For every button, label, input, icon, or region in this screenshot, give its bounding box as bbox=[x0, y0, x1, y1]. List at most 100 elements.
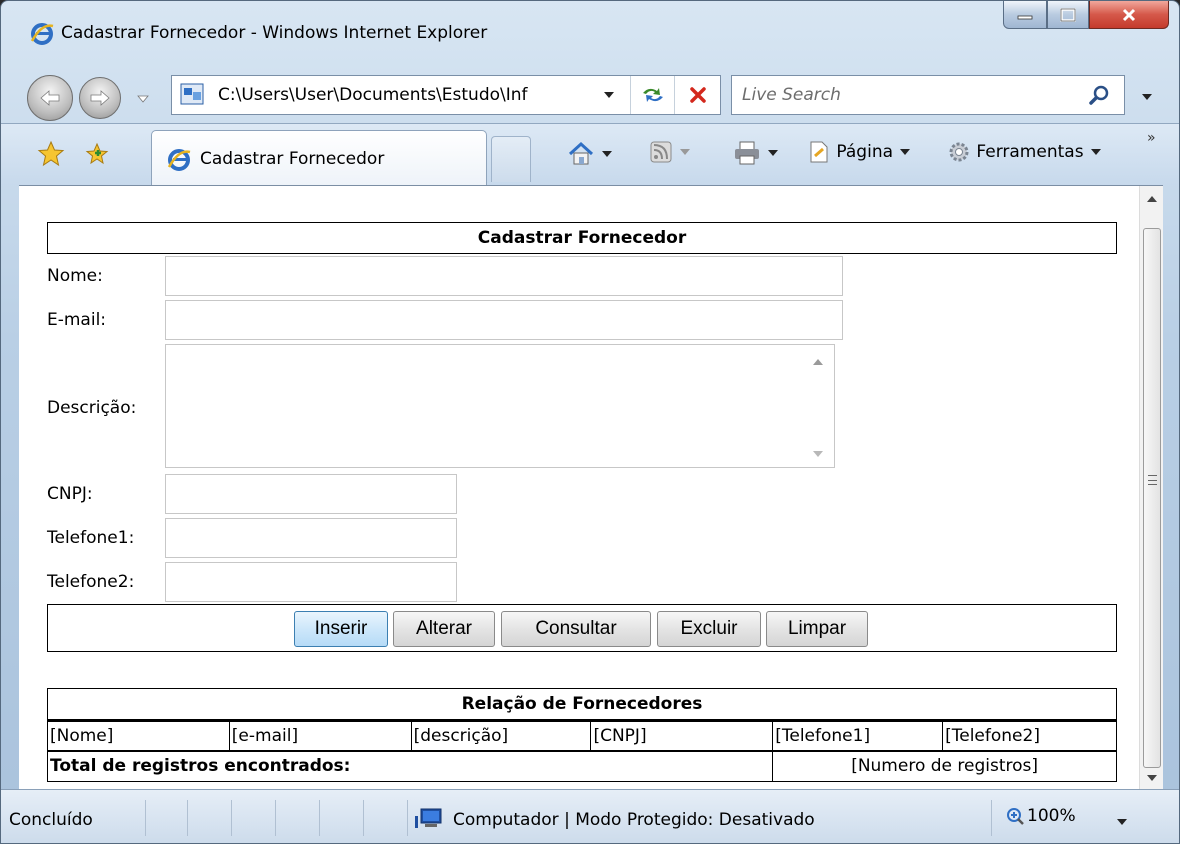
maximize-button[interactable] bbox=[1047, 1, 1089, 29]
column-email: [e-mail] bbox=[228, 720, 412, 752]
column-descricao: [descrição] bbox=[410, 720, 592, 752]
status-text: Concluído bbox=[9, 810, 93, 830]
tools-menu[interactable]: Ferramentas bbox=[947, 140, 1103, 170]
email-field[interactable] bbox=[165, 300, 843, 340]
status-divider bbox=[275, 800, 276, 836]
column-nome: [Nome] bbox=[47, 720, 230, 752]
maximize-icon bbox=[1060, 7, 1076, 22]
minimize-icon bbox=[1017, 15, 1033, 19]
tab-label: Cadastrar Fornecedor bbox=[200, 149, 385, 169]
status-bar: Concluído Computador | Modo Protegido: D… bbox=[1, 789, 1179, 843]
tools-menu-label: Ferramentas bbox=[976, 142, 1084, 162]
chevron-down-icon bbox=[1090, 149, 1101, 155]
zoom-icon[interactable] bbox=[1005, 806, 1025, 826]
column-telefone1: [Telefone1] bbox=[772, 720, 944, 752]
vertical-scrollbar[interactable] bbox=[1139, 186, 1163, 790]
address-url[interactable]: C:\Users\User\Documents\Estudo\Inf bbox=[218, 85, 596, 105]
chevron-down-icon[interactable] bbox=[1115, 816, 1129, 828]
status-divider bbox=[363, 800, 364, 836]
cnpj-field[interactable] bbox=[165, 474, 457, 514]
form-title: Cadastrar Fornecedor bbox=[47, 222, 1117, 254]
ie-logo-icon bbox=[30, 23, 54, 45]
chevron-down-icon[interactable] bbox=[602, 88, 616, 102]
descricao-label: Descrição: bbox=[47, 398, 137, 418]
tab-bar: Cadastrar Fornecedor Página Ferramentas … bbox=[1, 123, 1179, 186]
close-icon bbox=[1122, 8, 1136, 21]
favorites-star-icon[interactable] bbox=[37, 140, 65, 168]
back-arrow-icon bbox=[40, 90, 60, 106]
email-label: E-mail: bbox=[47, 310, 107, 330]
zoom-level[interactable]: 100% bbox=[1027, 806, 1076, 826]
security-zone-text[interactable]: Computador | Modo Protegido: Desativado bbox=[453, 810, 815, 830]
chevron-down-icon bbox=[602, 151, 613, 157]
telefone2-field[interactable] bbox=[165, 562, 457, 602]
more-commands-chevron-icon[interactable]: » bbox=[1147, 130, 1156, 146]
listing-title: Relação de Fornecedores bbox=[47, 688, 1117, 720]
total-label: Total de registros encontrados: bbox=[46, 750, 774, 782]
ie-logo-icon bbox=[167, 149, 191, 171]
forward-arrow-icon bbox=[90, 90, 110, 106]
scroll-down-icon[interactable] bbox=[1140, 766, 1164, 790]
page-icon bbox=[810, 141, 828, 163]
new-tab-button[interactable] bbox=[491, 136, 531, 182]
printer-icon bbox=[735, 141, 759, 165]
nome-field[interactable] bbox=[165, 256, 843, 296]
close-button[interactable] bbox=[1089, 1, 1169, 29]
status-divider bbox=[145, 800, 146, 836]
refresh-button[interactable] bbox=[630, 76, 674, 114]
stop-button[interactable] bbox=[674, 76, 720, 114]
textarea-scroll-down-icon[interactable] bbox=[811, 448, 825, 460]
home-button[interactable] bbox=[567, 140, 614, 170]
table-header-row: [Nome] [e-mail] [descrição] [CNPJ] [Tele… bbox=[47, 720, 1117, 752]
search-box[interactable] bbox=[731, 75, 1125, 115]
total-value: [Numero de registros] bbox=[772, 750, 1117, 782]
search-input[interactable] bbox=[732, 76, 1072, 114]
scroll-thumb[interactable] bbox=[1143, 228, 1161, 768]
chevron-down-icon bbox=[900, 149, 911, 155]
chevron-down-icon bbox=[768, 150, 779, 156]
status-divider bbox=[407, 800, 408, 836]
excluir-button[interactable]: Excluir bbox=[657, 611, 761, 647]
stop-x-icon bbox=[689, 87, 706, 103]
home-icon bbox=[568, 141, 594, 165]
telefone1-field[interactable] bbox=[165, 518, 457, 558]
title-bar: Cadastrar Fornecedor - Windows Internet … bbox=[1, 1, 1179, 57]
print-button[interactable] bbox=[733, 140, 780, 170]
column-cnpj: [CNPJ] bbox=[590, 720, 774, 752]
column-telefone2: [Telefone2] bbox=[942, 720, 1117, 752]
fornecedores-table: [Nome] [e-mail] [descrição] [CNPJ] [Tele… bbox=[46, 720, 1117, 782]
history-dropdown-icon[interactable] bbox=[135, 91, 151, 107]
status-divider bbox=[991, 800, 992, 836]
magnifier-icon[interactable] bbox=[1088, 84, 1110, 106]
forward-button[interactable] bbox=[79, 77, 121, 119]
limpar-button[interactable]: Limpar bbox=[766, 611, 868, 647]
alterar-button[interactable]: Alterar bbox=[393, 611, 495, 647]
form-actions: Inserir Alterar Consultar Excluir Limpar bbox=[47, 604, 1117, 652]
telefone2-label: Telefone2: bbox=[47, 572, 135, 592]
gear-icon bbox=[949, 142, 969, 162]
feeds-button[interactable] bbox=[649, 140, 692, 170]
inserir-button[interactable]: Inserir bbox=[294, 611, 388, 647]
status-divider bbox=[187, 800, 188, 836]
status-divider bbox=[319, 800, 320, 836]
minimize-button[interactable] bbox=[1003, 1, 1047, 29]
status-divider bbox=[231, 800, 232, 836]
back-button[interactable] bbox=[27, 75, 73, 121]
computer-icon bbox=[415, 808, 442, 828]
chevron-down-icon bbox=[680, 149, 691, 155]
textarea-scroll-up-icon[interactable] bbox=[811, 356, 825, 368]
telefone1-label: Telefone1: bbox=[47, 528, 135, 548]
scroll-up-icon[interactable] bbox=[1140, 186, 1164, 214]
consultar-button[interactable]: Consultar bbox=[501, 611, 651, 647]
page-favicon-icon bbox=[180, 83, 204, 105]
browser-window: Cadastrar Fornecedor - Windows Internet … bbox=[0, 0, 1180, 844]
add-favorite-icon[interactable] bbox=[83, 140, 111, 168]
address-bar[interactable]: C:\Users\User\Documents\Estudo\Inf bbox=[171, 75, 721, 115]
search-options-chevron-icon[interactable] bbox=[1139, 89, 1155, 105]
tab-cadastrar-fornecedor[interactable]: Cadastrar Fornecedor bbox=[151, 130, 487, 186]
page-menu[interactable]: Página bbox=[807, 140, 912, 170]
page-content: Cadastrar Fornecedor Nome: E-mail: Descr… bbox=[19, 185, 1163, 790]
nome-label: Nome: bbox=[47, 266, 103, 286]
page-menu-label: Página bbox=[836, 142, 894, 162]
descricao-field[interactable] bbox=[165, 344, 835, 468]
